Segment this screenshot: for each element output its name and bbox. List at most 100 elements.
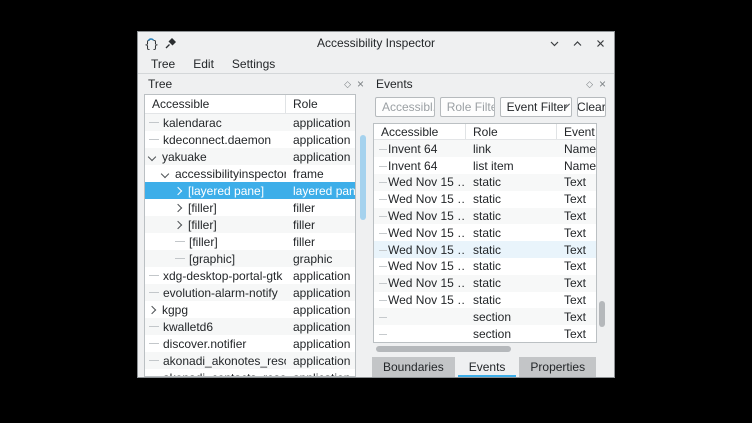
tree-cell-role: application [286, 303, 355, 317]
events-panel-title: Events [374, 77, 586, 91]
events-horizontal-scrollbar[interactable] [373, 346, 597, 353]
event-cell-role: list item [466, 157, 557, 174]
menu-tree[interactable]: Tree [142, 56, 184, 72]
tree-panel: Tree ◇ × Accessible Role kalendaracappli… [144, 74, 368, 377]
event-cell-event: Text [557, 292, 596, 309]
tree-row[interactable]: discover.notifierapplication [145, 335, 355, 352]
tree-item-label: [filler] [188, 201, 217, 215]
tree-col-accessible[interactable]: Accessible [145, 95, 286, 113]
close-panel-icon[interactable]: × [357, 79, 364, 89]
menu-settings[interactable]: Settings [223, 56, 284, 72]
branch-line [149, 326, 159, 327]
tree-cell-role: frame [286, 167, 355, 181]
tree-row[interactable]: kwalletd6application [145, 318, 355, 335]
tree-row[interactable]: evolution-alarm-notifyapplication [145, 284, 355, 301]
branch-line [175, 241, 185, 242]
float-panel-icon[interactable]: ◇ [586, 80, 593, 89]
event-cell-role: link [466, 140, 557, 157]
tree-cell-accessible: [graphic] [145, 252, 286, 266]
chevron-collapsed-icon[interactable] [174, 186, 182, 194]
event-row[interactable]: sectionText [374, 308, 596, 325]
events-table: Accessible Role Event Invent 64linkNameI… [373, 123, 597, 343]
event-cell-accessible: Wed Nov 15 … [374, 292, 466, 309]
tree-cell-accessible: [layered pane] [145, 184, 286, 198]
events-col-accessible[interactable]: Accessible [374, 124, 466, 139]
tree-row[interactable]: yakuakeapplication [145, 148, 355, 165]
events-rows: Invent 64linkNameInvent 64list itemNameW… [374, 140, 596, 342]
events-hscrollbar-thumb[interactable] [376, 346, 511, 352]
event-cell-accessible: Invent 64 [374, 157, 466, 174]
event-cell-event: Text [557, 258, 596, 275]
tree-row[interactable]: [graphic]graphic [145, 250, 355, 267]
tab-properties[interactable]: Properties [519, 357, 596, 377]
chevron-collapsed-icon[interactable] [148, 305, 156, 313]
tree-row[interactable]: [filler]filler [145, 233, 355, 250]
tree-item-label: [graphic] [189, 252, 235, 266]
tree-cell-accessible: akonadi_contacts_resource_0 [145, 371, 286, 378]
event-accessible-label: Wed Nov 15 … [388, 175, 466, 189]
titlebar[interactable]: { } Accessibility Inspector [138, 32, 614, 54]
tree-item-label: akonadi_akonotes_resource_0 [163, 354, 286, 368]
tree-row[interactable]: akonadi_contacts_resource_0application [145, 369, 355, 377]
chevron-expanded-icon[interactable] [161, 169, 169, 177]
event-row[interactable]: Wed Nov 15 …staticText [374, 224, 596, 241]
role-filter-input[interactable]: Role Filter [440, 97, 495, 117]
chevron-collapsed-icon[interactable] [174, 203, 182, 211]
tree-row[interactable]: xdg-desktop-portal-gtkapplication [145, 267, 355, 284]
event-row[interactable]: Wed Nov 15 …staticText [374, 174, 596, 191]
tree-vertical-scrollbar[interactable] [359, 94, 367, 377]
event-cell-event: Text [557, 224, 596, 241]
event-cell-event: Name [557, 140, 596, 157]
branch-line [149, 360, 159, 361]
tree-cell-accessible: kalendarac [145, 116, 286, 130]
minimize-button[interactable] [549, 38, 560, 49]
event-cell-accessible: Wed Nov 15 … [374, 275, 466, 292]
branch-line [149, 139, 159, 140]
tree-cell-role: application [286, 337, 355, 351]
events-vscrollbar-thumb[interactable] [599, 301, 605, 327]
tree-item-label: xdg-desktop-portal-gtk [163, 269, 282, 283]
tree-row[interactable]: akonadi_akonotes_resource_0application [145, 352, 355, 369]
event-row[interactable]: Invent 64linkName [374, 140, 596, 157]
close-panel-icon[interactable]: × [599, 79, 606, 89]
event-row[interactable]: sectionText [374, 325, 596, 342]
event-cell-event: Text [557, 191, 596, 208]
menu-edit[interactable]: Edit [184, 56, 223, 72]
event-cell-accessible: Wed Nov 15 … [374, 241, 466, 258]
tree-row[interactable]: [filler]filler [145, 199, 355, 216]
event-filter-dropdown[interactable]: Event Filter [500, 97, 572, 117]
accessible-filter-input[interactable]: Accessibl... [375, 97, 435, 117]
tree-row[interactable]: accessibilityinspector : ac…frame [145, 165, 355, 182]
events-vertical-scrollbar[interactable] [598, 123, 606, 343]
event-row[interactable]: Invent 64list itemName [374, 157, 596, 174]
tree-row[interactable]: kgpgapplication [145, 301, 355, 318]
events-col-event[interactable]: Event [557, 124, 596, 139]
tab-events[interactable]: Events [458, 357, 517, 377]
event-row[interactable]: Wed Nov 15 …staticText [374, 258, 596, 275]
events-col-role[interactable]: Role [466, 124, 557, 139]
chevron-expanded-icon[interactable] [148, 152, 156, 160]
tree-cell-role: filler [286, 235, 355, 249]
maximize-button[interactable] [572, 38, 583, 49]
tree-row[interactable]: kalendaracapplication [145, 114, 355, 131]
tree-row[interactable]: kdeconnect.daemonapplication [145, 131, 355, 148]
event-row[interactable]: Wed Nov 15 …staticText [374, 275, 596, 292]
event-row[interactable]: Wed Nov 15 …staticText [374, 241, 596, 258]
tree-item-label: accessibilityinspector : ac… [175, 167, 286, 181]
event-cell-event: Text [557, 308, 596, 325]
tree-row[interactable]: [layered pane]layered pane [145, 182, 355, 199]
event-row[interactable]: Wed Nov 15 …staticText [374, 292, 596, 309]
tree-row[interactable]: [filler]filler [145, 216, 355, 233]
event-row[interactable]: Wed Nov 15 …staticText [374, 208, 596, 225]
chevron-collapsed-icon[interactable] [174, 220, 182, 228]
close-button[interactable] [595, 38, 606, 49]
tree-col-role[interactable]: Role [286, 95, 355, 113]
tree-item-label: kdeconnect.daemon [163, 133, 271, 147]
clear-button[interactable]: Clear [577, 97, 606, 117]
tab-boundaries[interactable]: Boundaries [372, 357, 455, 377]
float-panel-icon[interactable]: ◇ [344, 80, 351, 89]
event-cell-role: static [466, 275, 557, 292]
event-row[interactable]: Wed Nov 15 …staticText [374, 191, 596, 208]
tree-scrollbar-thumb[interactable] [360, 135, 366, 220]
events-filter-row: Accessibl... Role Filter Event Filter Cl… [375, 95, 606, 119]
